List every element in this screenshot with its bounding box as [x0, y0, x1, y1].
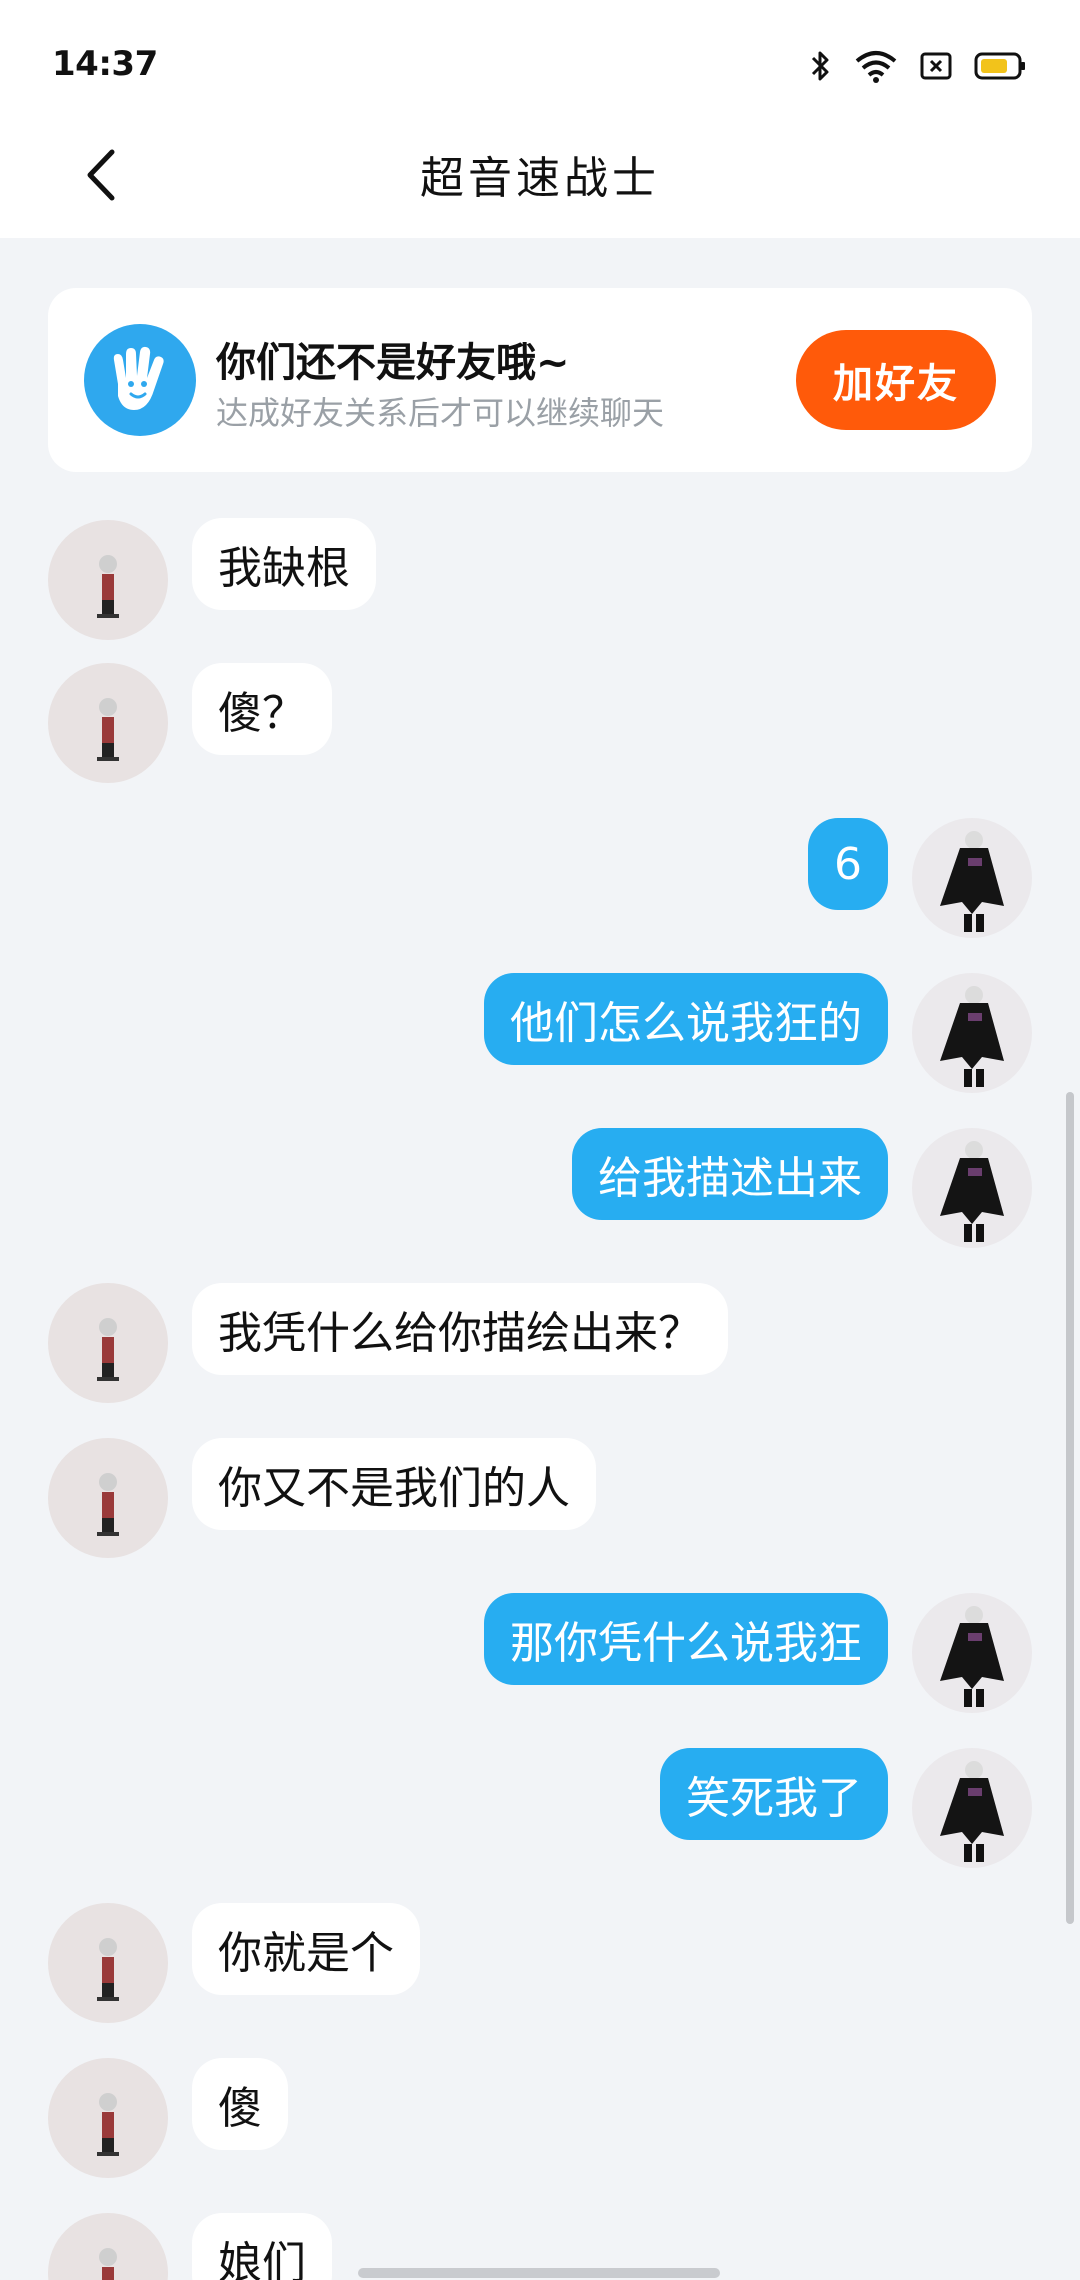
message-bubble[interactable]: 那你凭什么说我狂 — [484, 1593, 888, 1685]
contact-avatar[interactable] — [48, 1438, 168, 1558]
message-row: 你又不是我们的人 — [0, 1438, 1080, 1558]
message-bubble[interactable]: 6 — [808, 818, 888, 910]
user-avatar[interactable] — [912, 1593, 1032, 1713]
status-icons — [810, 48, 1026, 84]
contact-avatar[interactable] — [48, 520, 168, 640]
message-bubble[interactable]: 你就是个 — [192, 1903, 420, 1995]
message-list[interactable]: 我缺根 傻？ 6 他们怎么说我狂的 给我描述出来 我凭什么给你描绘出来？ 你又不… — [0, 500, 1080, 2280]
home-indicator[interactable] — [358, 2268, 720, 2278]
contact-avatar[interactable] — [48, 2213, 168, 2280]
message-row: 我缺根 — [0, 518, 1080, 640]
message-row: 那你凭什么说我狂 — [0, 1593, 1080, 1713]
message-row: 笑死我了 — [0, 1748, 1080, 1868]
wifi-icon — [855, 51, 897, 83]
message-row: 傻 — [0, 2058, 1080, 2178]
message-bubble[interactable]: 他们怎么说我狂的 — [484, 973, 888, 1065]
message-bubble[interactable]: 给我描述出来 — [572, 1128, 888, 1220]
banner-title: 你们还不是好友哦~ — [216, 340, 570, 386]
contact-avatar[interactable] — [48, 663, 168, 783]
message-row: 给我描述出来 — [0, 1128, 1080, 1248]
user-avatar[interactable] — [912, 973, 1032, 1093]
status-bar: 14:37 — [0, 0, 1080, 120]
contact-avatar[interactable] — [48, 1283, 168, 1403]
message-bubble[interactable]: 我缺根 — [192, 518, 376, 610]
message-bubble[interactable]: 你又不是我们的人 — [192, 1438, 596, 1530]
message-row: 你就是个 — [0, 1903, 1080, 2023]
banner-subtitle: 达成好友关系后才可以继续聊天 — [216, 394, 665, 432]
message-bubble[interactable]: 傻？ — [192, 663, 332, 755]
message-bubble[interactable]: 笑死我了 — [660, 1748, 888, 1840]
bluetooth-icon — [811, 51, 829, 81]
contact-avatar[interactable] — [48, 2058, 168, 2178]
message-bubble[interactable]: 傻 — [192, 2058, 288, 2150]
message-bubble[interactable]: 娘们 — [192, 2213, 332, 2280]
scrollbar[interactable] — [1066, 1092, 1074, 1924]
message-row: 我凭什么给你描绘出来？ — [0, 1283, 1080, 1403]
message-row: 6 — [0, 818, 1080, 938]
chat-title: 超音速战士 — [420, 153, 660, 204]
chat-header: 超音速战士 — [0, 120, 1080, 238]
user-avatar[interactable] — [912, 1128, 1032, 1248]
user-avatar[interactable] — [912, 1748, 1032, 1868]
waving-hand-icon — [84, 324, 196, 436]
sim-icon — [920, 52, 952, 80]
friend-banner: 你们还不是好友哦~ 达成好友关系后才可以继续聊天 加好友 — [48, 288, 1032, 472]
battery-icon — [974, 52, 1025, 80]
status-time: 14:37 — [52, 44, 158, 84]
contact-avatar[interactable] — [48, 1903, 168, 2023]
user-avatar[interactable] — [912, 818, 1032, 938]
message-row: 他们怎么说我狂的 — [0, 973, 1080, 1093]
add-friend-button[interactable]: 加好友 — [796, 330, 996, 430]
message-bubble[interactable]: 我凭什么给你描绘出来？ — [192, 1283, 728, 1375]
message-row: 傻？ — [0, 663, 1080, 783]
